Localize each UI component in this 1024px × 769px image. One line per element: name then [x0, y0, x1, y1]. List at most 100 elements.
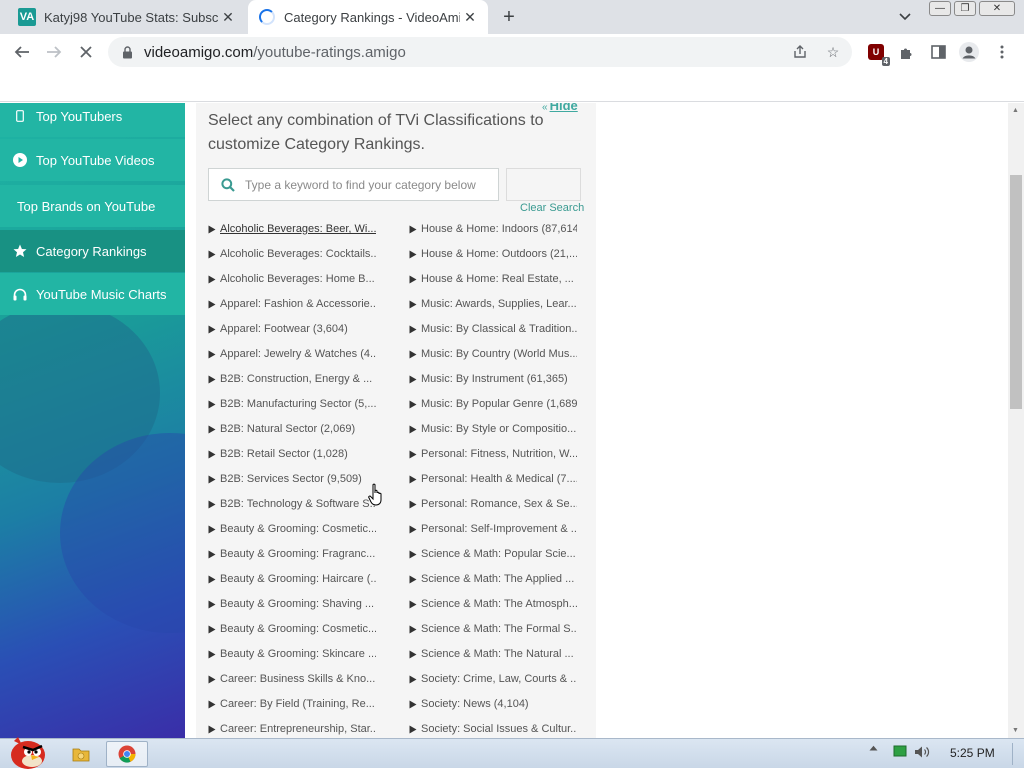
expand-triangle-icon[interactable]	[409, 724, 419, 734]
expand-triangle-icon[interactable]	[409, 649, 419, 659]
lock-icon[interactable]	[120, 45, 134, 59]
category-item[interactable]: Beauty & Grooming: Cosmetic...	[208, 620, 376, 638]
expand-triangle-icon[interactable]	[409, 524, 419, 534]
expand-triangle-icon[interactable]	[208, 524, 218, 534]
category-item[interactable]: Music: By Country (World Mus...	[409, 345, 577, 363]
restore-window-icon[interactable]: ❐	[954, 1, 976, 16]
expand-triangle-icon[interactable]	[208, 724, 218, 734]
category-item[interactable]: Science & Math: The Atmosph...	[409, 595, 577, 613]
tray-expand-arrow-icon[interactable]	[866, 745, 880, 751]
tab-search-chevron-icon[interactable]	[895, 8, 915, 26]
category-item[interactable]: Career: Entrepreneurship, Star...	[208, 720, 376, 738]
category-item[interactable]: Science & Math: Popular Scie...	[409, 545, 577, 563]
sidebar-item-top-youtubers[interactable]: Top YouTubers	[0, 103, 185, 137]
close-tab-icon[interactable]: ✕	[460, 7, 480, 27]
back-arrow-icon[interactable]	[10, 40, 34, 64]
battery-icon[interactable]	[892, 745, 908, 757]
expand-triangle-icon[interactable]	[208, 624, 218, 634]
file-explorer-folder-icon[interactable]	[66, 741, 96, 767]
minimize-window-icon[interactable]: —	[929, 1, 951, 16]
category-item[interactable]: B2B: Services Sector (9,509)	[208, 470, 376, 488]
category-item[interactable]: Apparel: Jewelry & Watches (4...	[208, 345, 376, 363]
more-menu-icon[interactable]	[992, 42, 1012, 62]
category-item[interactable]: Personal: Self-Improvement & ...	[409, 520, 577, 538]
expand-triangle-icon[interactable]	[208, 224, 218, 234]
expand-triangle-icon[interactable]	[409, 574, 419, 584]
stop-loading-icon[interactable]	[74, 40, 98, 64]
expand-triangle-icon[interactable]	[409, 449, 419, 459]
category-search-input[interactable]	[245, 177, 495, 192]
expand-triangle-icon[interactable]	[409, 374, 419, 384]
category-item[interactable]: House & Home: Indoors (87,614)	[409, 220, 577, 238]
expand-triangle-icon[interactable]	[409, 599, 419, 609]
expand-triangle-icon[interactable]	[409, 549, 419, 559]
category-item[interactable]: B2B: Manufacturing Sector (5,...	[208, 395, 376, 413]
category-item[interactable]: Personal: Health & Medical (7....	[409, 470, 577, 488]
category-item[interactable]: Career: Business Skills & Kno...	[208, 670, 376, 688]
category-item[interactable]: Science & Math: The Applied ...	[409, 570, 577, 588]
category-item[interactable]: Music: By Instrument (61,365)	[409, 370, 577, 388]
expand-triangle-icon[interactable]	[409, 324, 419, 334]
expand-triangle-icon[interactable]	[409, 624, 419, 634]
expand-triangle-icon[interactable]	[208, 274, 218, 284]
chrome-taskbar-icon[interactable]	[106, 741, 148, 767]
expand-triangle-icon[interactable]	[208, 349, 218, 359]
category-item[interactable]: Science & Math: The Natural ...	[409, 645, 577, 663]
category-search-field[interactable]	[208, 168, 499, 201]
category-item[interactable]: Alcoholic Beverages: Home B...	[208, 270, 376, 288]
side-panel-icon[interactable]	[928, 42, 948, 62]
expand-triangle-icon[interactable]	[409, 299, 419, 309]
expand-triangle-icon[interactable]	[208, 649, 218, 659]
sidebar-item-category-rankings[interactable]: Category Rankings	[0, 230, 185, 272]
category-item[interactable]: Apparel: Fashion & Accessorie...	[208, 295, 376, 313]
bookmark-star-icon[interactable]: ☆	[824, 43, 842, 61]
category-item[interactable]: Society: News (4,104)	[409, 695, 577, 713]
scrollbar-thumb[interactable]	[1010, 175, 1022, 409]
close-window-icon[interactable]: ✕	[979, 1, 1015, 16]
expand-triangle-icon[interactable]	[409, 224, 419, 234]
expand-triangle-icon[interactable]	[208, 249, 218, 259]
category-item[interactable]: Beauty & Grooming: Shaving ...	[208, 595, 376, 613]
category-item[interactable]: Society: Crime, Law, Courts & ...	[409, 670, 577, 688]
angry-bird-start-icon[interactable]	[4, 731, 48, 769]
expand-triangle-icon[interactable]	[208, 374, 218, 384]
share-icon[interactable]	[791, 43, 809, 61]
expand-triangle-icon[interactable]	[208, 499, 218, 509]
category-item[interactable]: Personal: Fitness, Nutrition, W...	[409, 445, 577, 463]
new-tab-icon[interactable]: +	[498, 6, 520, 28]
category-item[interactable]: B2B: Natural Sector (2,069)	[208, 420, 376, 438]
volume-icon[interactable]	[913, 745, 931, 759]
expand-triangle-icon[interactable]	[409, 399, 419, 409]
expand-triangle-icon[interactable]	[208, 324, 218, 334]
category-item[interactable]: B2B: Technology & Software S...	[208, 495, 376, 513]
browser-tab[interactable]: VA Katyj98 YouTube Stats: Subscri ✕	[8, 0, 246, 34]
search-button[interactable]: Search	[506, 168, 581, 201]
category-item[interactable]: Beauty & Grooming: Haircare (...	[208, 570, 376, 588]
show-desktop-button[interactable]	[1012, 743, 1020, 765]
expand-triangle-icon[interactable]	[208, 549, 218, 559]
category-item[interactable]: Beauty & Grooming: Skincare ...	[208, 645, 376, 663]
category-item[interactable]: House & Home: Real Estate, ...	[409, 270, 577, 288]
expand-triangle-icon[interactable]	[409, 699, 419, 709]
expand-triangle-icon[interactable]	[208, 574, 218, 584]
category-item[interactable]: House & Home: Outdoors (21,...	[409, 245, 577, 263]
sidebar-item-top-brands[interactable]: Top Brands on YouTube	[0, 185, 185, 227]
expand-triangle-icon[interactable]	[208, 699, 218, 709]
category-item[interactable]: Apparel: Footwear (3,604)	[208, 320, 376, 338]
scroll-up-arrow-icon[interactable]: ▲	[1012, 107, 1019, 114]
expand-triangle-icon[interactable]	[409, 474, 419, 484]
category-item[interactable]: Beauty & Grooming: Cosmetic...	[208, 520, 376, 538]
expand-triangle-icon[interactable]	[208, 599, 218, 609]
category-item[interactable]: Alcoholic Beverages: Cocktails...	[208, 245, 376, 263]
expand-triangle-icon[interactable]	[208, 674, 218, 684]
category-item[interactable]: Science & Math: The Formal S...	[409, 620, 577, 638]
scroll-down-arrow-icon[interactable]: ▼	[1012, 727, 1019, 734]
category-item[interactable]: B2B: Construction, Energy & ...	[208, 370, 376, 388]
clear-search-link[interactable]: Clear Search	[520, 202, 584, 214]
expand-triangle-icon[interactable]	[409, 349, 419, 359]
ublock-extension-icon[interactable]: U4	[866, 42, 890, 66]
category-item[interactable]: Career: By Field (Training, Re...	[208, 695, 376, 713]
expand-triangle-icon[interactable]	[409, 249, 419, 259]
expand-triangle-icon[interactable]	[208, 399, 218, 409]
category-item[interactable]: Music: By Style or Compositio...	[409, 420, 577, 438]
